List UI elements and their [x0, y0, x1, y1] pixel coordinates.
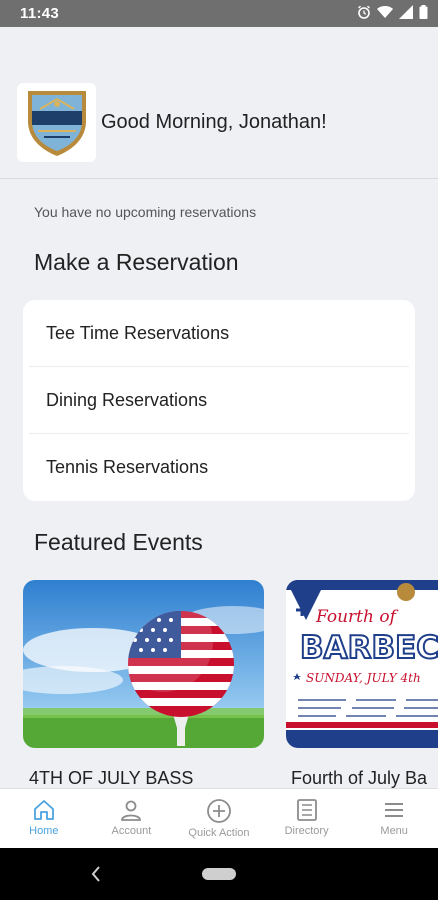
status-bar: 11:43	[0, 0, 438, 27]
bottom-nav: Home Account Quick Action Directory Menu	[0, 788, 438, 848]
event-title-bass[interactable]: 4TH OF JULY BASS	[29, 768, 193, 789]
nav-home-label: Home	[29, 825, 59, 837]
club-crest-icon	[27, 90, 86, 156]
wifi-icon	[377, 6, 393, 18]
barbecue-flyer-image: Fourth of BARBEC SUNDAY, JULY 4th	[286, 580, 438, 748]
tee-time-reservations-item[interactable]: Tee Time Reservations	[29, 300, 409, 367]
header: Good Morning, Jonathan!	[0, 27, 438, 179]
dining-reservations-item[interactable]: Dining Reservations	[29, 367, 409, 434]
golf-ball-flag-image	[23, 580, 264, 748]
status-time: 11:43	[20, 5, 60, 22]
directory-icon	[296, 799, 317, 821]
status-icons	[357, 5, 428, 19]
alarm-icon	[358, 5, 370, 19]
no-reservations-text: You have no upcoming reservations	[34, 204, 257, 220]
system-nav-bar	[0, 848, 438, 900]
person-icon	[121, 800, 142, 821]
nav-menu[interactable]: Menu	[350, 789, 438, 848]
event-card-barbecue[interactable]: Fourth of BARBEC SUNDAY, JULY 4th	[286, 580, 438, 748]
nav-quick-action[interactable]: Quick Action	[175, 789, 263, 848]
event-card-bass[interactable]	[23, 580, 264, 748]
battery-icon	[419, 5, 428, 19]
hamburger-icon	[385, 803, 404, 817]
home-pill-button[interactable]	[202, 868, 236, 880]
nav-quick-action-label: Quick Action	[188, 827, 250, 839]
flyer-line2: BARBEC	[300, 630, 438, 666]
nav-home[interactable]: Home	[0, 789, 88, 848]
nav-account-label: Account	[111, 825, 152, 837]
nav-account[interactable]: Account	[88, 789, 176, 848]
greeting-text: Good Morning, Jonathan!	[101, 111, 327, 133]
nav-directory[interactable]: Directory	[263, 789, 351, 848]
reservation-list: Tee Time Reservations Dining Reservation…	[23, 300, 415, 501]
tennis-reservations-item[interactable]: Tennis Reservations	[29, 434, 409, 501]
event-title-barbecue[interactable]: Fourth of July Ba	[291, 768, 427, 789]
cell-signal-icon	[399, 5, 413, 19]
nav-menu-label: Menu	[380, 825, 408, 837]
plus-circle-icon	[207, 799, 231, 823]
events-section-title: Featured Events	[34, 529, 203, 555]
reservation-section-title: Make a Reservation	[34, 249, 239, 275]
nav-directory-label: Directory	[284, 825, 329, 837]
home-icon	[33, 800, 54, 820]
flyer-line3: SUNDAY, JULY 4th	[306, 671, 421, 685]
back-icon[interactable]	[90, 864, 102, 884]
flyer-line1: Fourth of	[315, 607, 399, 627]
club-logo	[17, 83, 96, 162]
